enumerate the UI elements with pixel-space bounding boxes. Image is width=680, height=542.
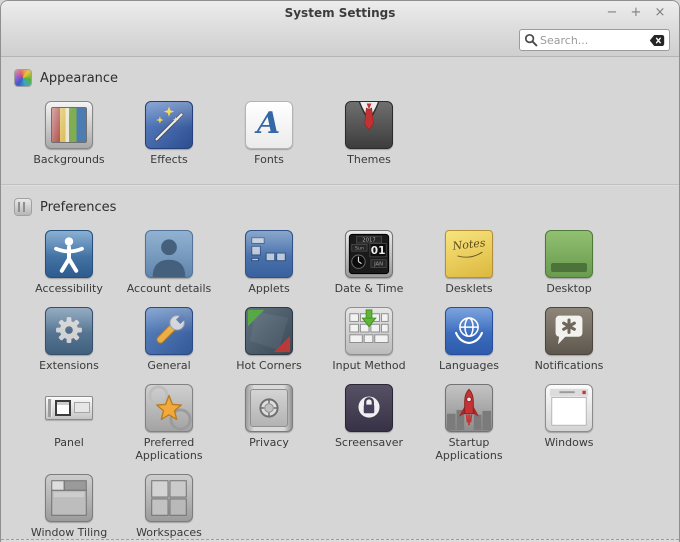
windows-icon (545, 384, 593, 432)
minimize-button[interactable]: − (603, 4, 621, 22)
settings-item-label: Input Method (332, 359, 405, 372)
settings-item-startup-applications[interactable]: Startup Applications (419, 384, 519, 462)
startup-applications-icon (445, 384, 493, 432)
settings-item-hot-corners[interactable]: Hot Corners (219, 307, 319, 372)
settings-item-desklets[interactable]: Notes Desklets (419, 230, 519, 295)
settings-item-screensaver[interactable]: Screensaver (319, 384, 419, 462)
settings-item-label: Languages (439, 359, 499, 372)
settings-item-label: Backgrounds (33, 153, 104, 166)
settings-item-date-time[interactable]: 2017 Sun 01 JAN Date & Time (319, 230, 419, 295)
settings-item-label: Preferred Applications (121, 436, 217, 462)
settings-item-label: Windows (544, 436, 593, 449)
svg-text:01: 01 (371, 245, 386, 257)
settings-item-label: Window Tiling (31, 526, 107, 539)
settings-item-label: Notifications (535, 359, 604, 372)
search-input[interactable] (538, 33, 649, 48)
input-method-icon (345, 307, 393, 355)
settings-item-label: Panel (54, 436, 84, 449)
preferences-sliders-icon (15, 199, 31, 215)
accessibility-icon (45, 230, 93, 278)
svg-text:JAN: JAN (373, 262, 383, 268)
settings-item-label: Privacy (249, 436, 289, 449)
privacy-icon (245, 384, 293, 432)
appearance-section: Appearance Backgrounds (1, 57, 679, 186)
settings-item-extensions[interactable]: Extensions (19, 307, 119, 372)
settings-item-languages[interactable]: Languages (419, 307, 519, 372)
svg-text:2017: 2017 (362, 238, 375, 244)
settings-item-label: Desklets (445, 282, 492, 295)
workspaces-icon (145, 474, 193, 522)
settings-item-window-tiling[interactable]: Window Tiling (19, 474, 119, 539)
system-settings-window: System Settings − + × Appearance (0, 0, 680, 542)
section-header-appearance: Appearance (1, 57, 679, 87)
settings-item-label: Startup Applications (421, 436, 517, 462)
settings-item-preferred-applications[interactable]: Preferred Applications (119, 384, 219, 462)
account-details-icon (145, 230, 193, 278)
settings-item-backgrounds[interactable]: Backgrounds (19, 101, 119, 166)
svg-text:Sun: Sun (355, 246, 364, 252)
hot-corners-icon (245, 307, 293, 355)
settings-item-notifications[interactable]: Notifications (519, 307, 619, 372)
window-tiling-icon (45, 474, 93, 522)
settings-item-accessibility[interactable]: Accessibility (19, 230, 119, 295)
section-title: Preferences (40, 200, 116, 215)
settings-item-windows[interactable]: Windows (519, 384, 619, 462)
settings-item-label: Fonts (254, 153, 284, 166)
settings-content: Appearance Backgrounds (1, 57, 679, 539)
settings-item-themes[interactable]: Themes (319, 101, 419, 166)
settings-item-general[interactable]: General (119, 307, 219, 372)
fonts-icon: A (245, 101, 293, 149)
settings-item-label: Desktop (546, 282, 591, 295)
clear-search-icon[interactable] (649, 34, 665, 47)
settings-item-input-method[interactable]: Input Method (319, 307, 419, 372)
desktop-icon (545, 230, 593, 278)
settings-item-label: Hot Corners (236, 359, 302, 372)
settings-item-account-details[interactable]: Account details (119, 230, 219, 295)
settings-item-desktop[interactable]: Desktop (519, 230, 619, 295)
languages-icon (445, 307, 493, 355)
preferences-section: Preferences Accessibility (1, 186, 679, 539)
preferences-grid: Accessibility Account details (19, 230, 627, 539)
backgrounds-icon (45, 101, 93, 149)
section-header-preferences: Preferences (1, 186, 679, 216)
extensions-icon (45, 307, 93, 355)
settings-item-label: General (147, 359, 190, 372)
window-controls: − + × (603, 4, 669, 22)
appearance-rainbow-icon (15, 70, 31, 86)
titlebar: System Settings − + × (1, 1, 679, 57)
settings-item-label: Themes (347, 153, 391, 166)
themes-icon (345, 101, 393, 149)
settings-item-label: Effects (150, 153, 187, 166)
search-icon (524, 33, 538, 47)
search-box[interactable] (519, 29, 670, 51)
settings-item-panel[interactable]: Panel (19, 384, 119, 462)
settings-item-fonts[interactable]: A Fonts (219, 101, 319, 166)
settings-item-label: Workspaces (136, 526, 202, 539)
preferred-applications-icon (145, 384, 193, 432)
appearance-grid: Backgrounds Effects (19, 101, 627, 166)
general-icon (145, 307, 193, 355)
settings-item-label: Screensaver (335, 436, 403, 449)
close-button[interactable]: × (651, 4, 669, 22)
applets-icon (245, 230, 293, 278)
date-time-icon: 2017 Sun 01 JAN (345, 230, 393, 278)
settings-item-label: Extensions (39, 359, 99, 372)
settings-item-privacy[interactable]: Privacy (219, 384, 319, 462)
desklets-icon: Notes (445, 230, 493, 278)
settings-item-applets[interactable]: Applets (219, 230, 319, 295)
settings-item-label: Account details (127, 282, 212, 295)
section-title: Appearance (40, 71, 118, 86)
settings-item-workspaces[interactable]: Workspaces (119, 474, 219, 539)
notifications-icon (545, 307, 593, 355)
window-title: System Settings (1, 6, 679, 20)
maximize-button[interactable]: + (627, 4, 645, 22)
settings-item-label: Accessibility (35, 282, 103, 295)
screensaver-icon (345, 384, 393, 432)
settings-item-label: Date & Time (335, 282, 404, 295)
panel-icon (45, 384, 93, 432)
settings-item-effects[interactable]: Effects (119, 101, 219, 166)
settings-item-label: Applets (248, 282, 289, 295)
effects-icon (145, 101, 193, 149)
